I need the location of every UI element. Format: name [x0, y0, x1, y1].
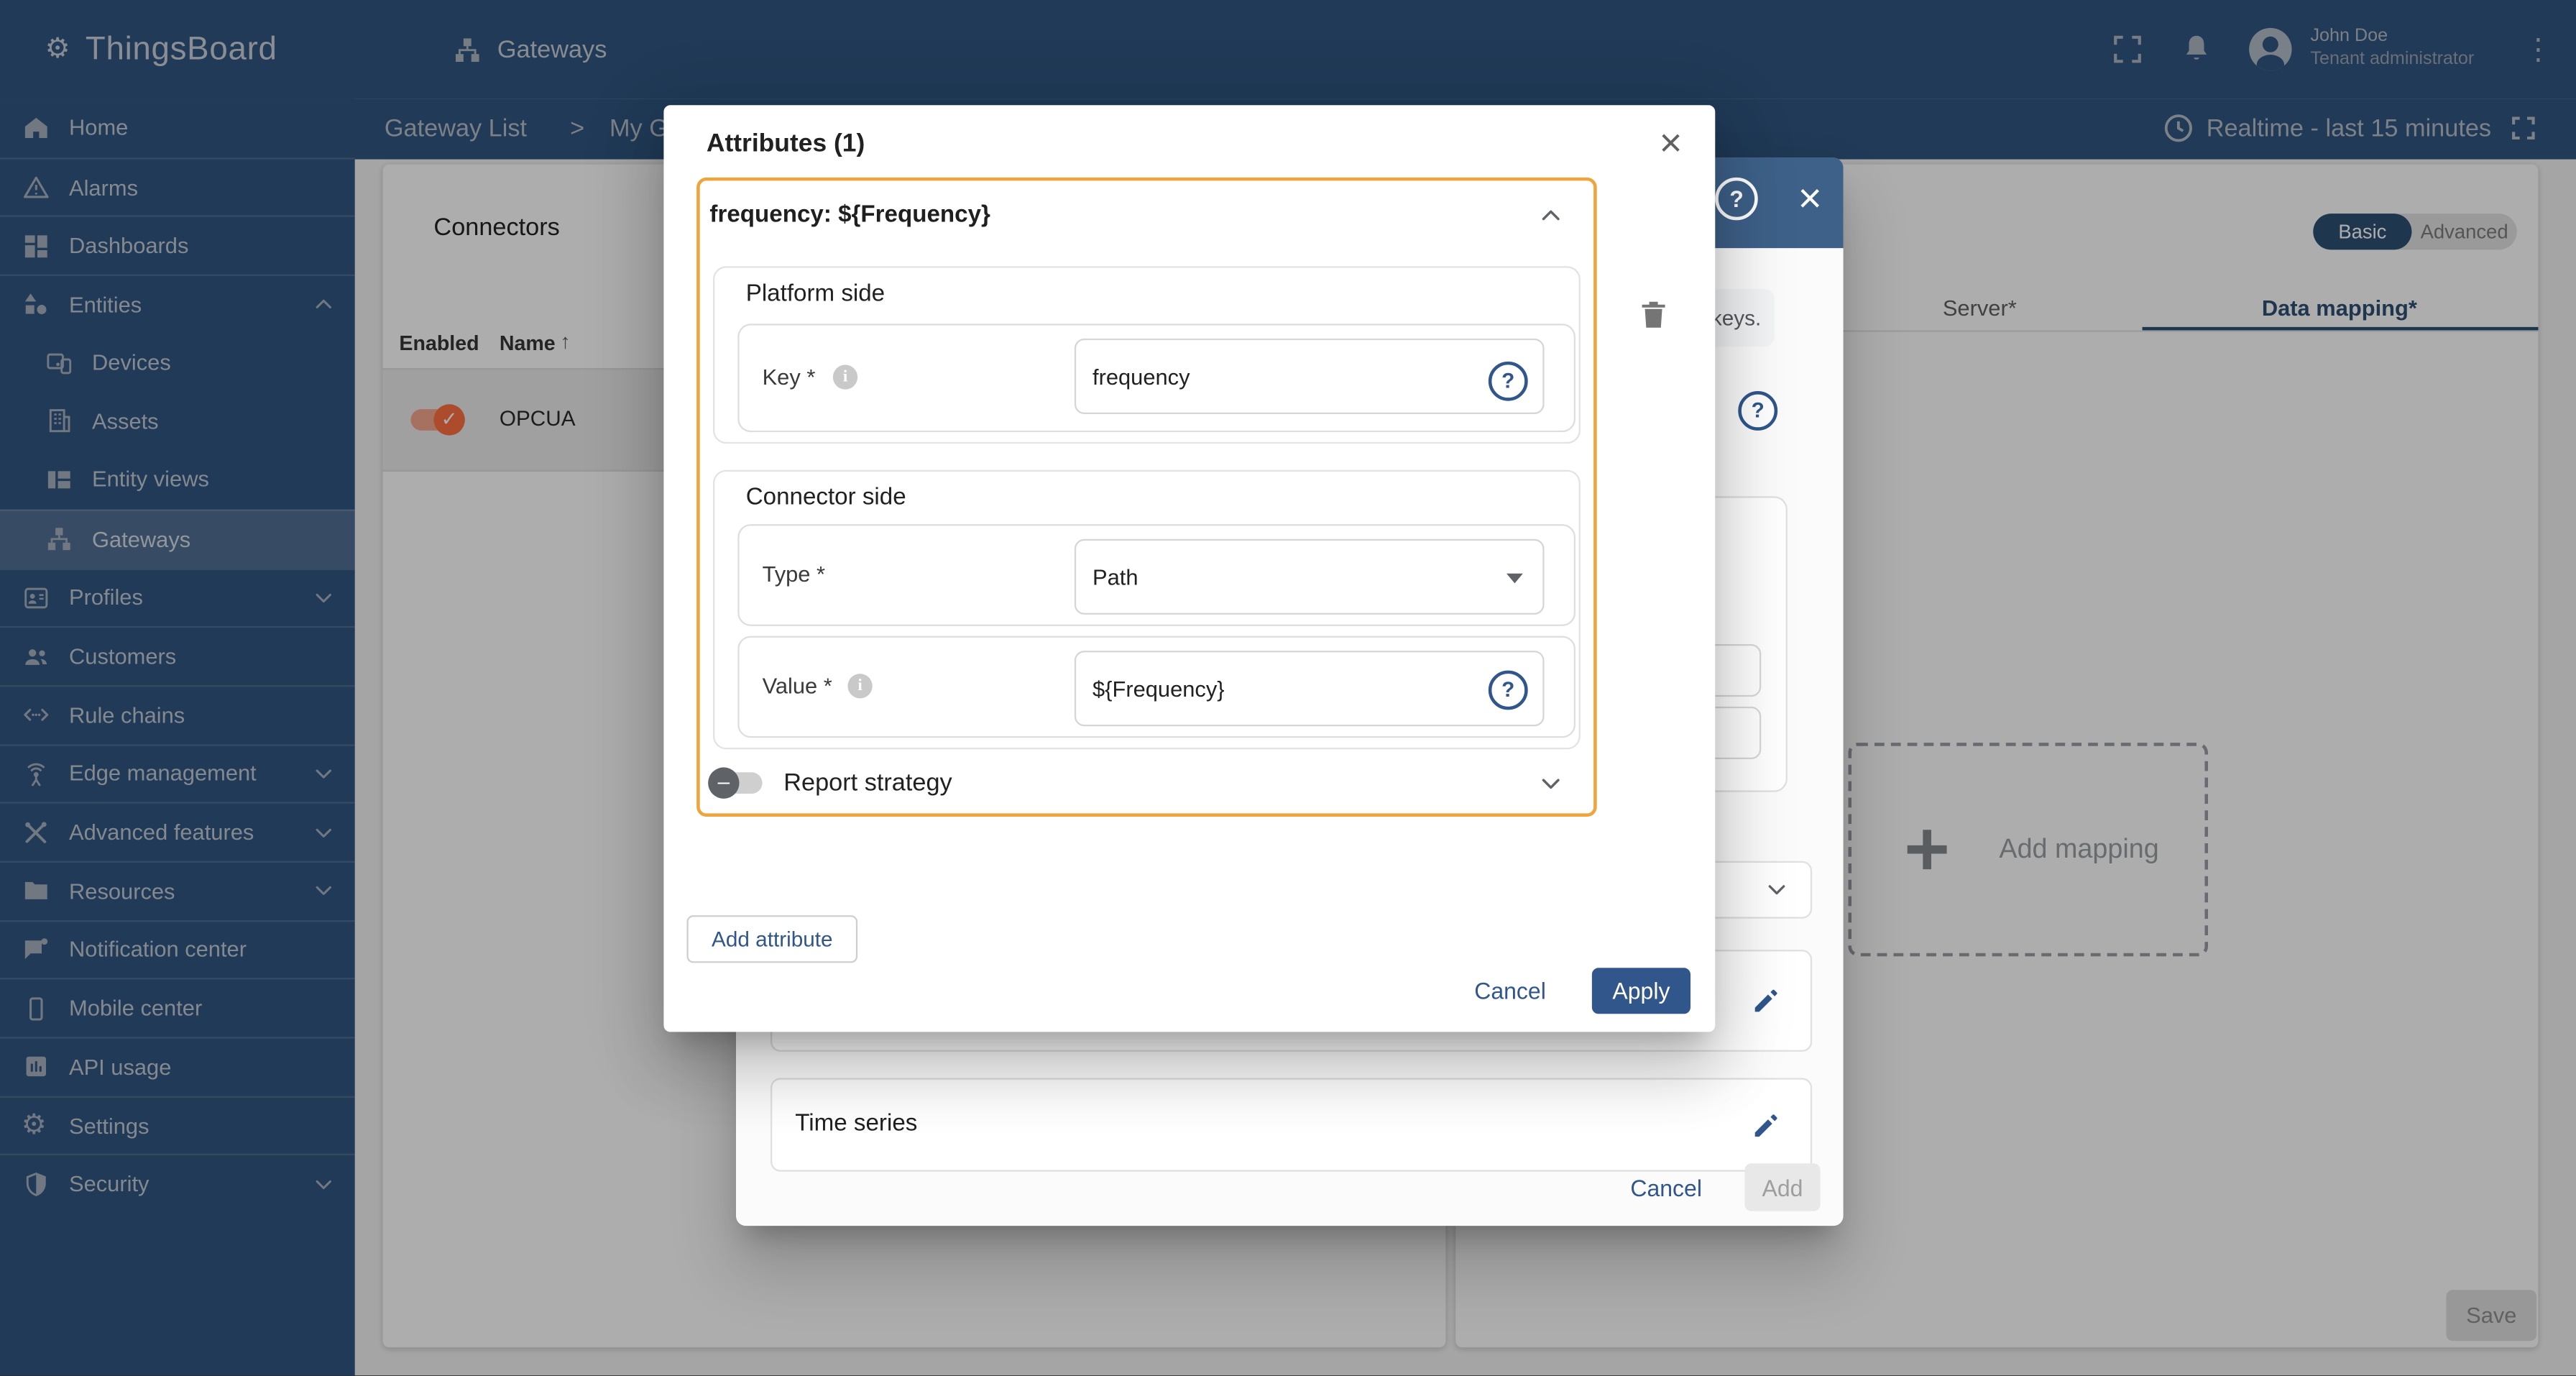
field-help-icon[interactable]: ? — [1488, 670, 1528, 710]
help-circle-icon[interactable]: ? — [1738, 391, 1778, 431]
dialog-cancel-button[interactable]: Cancel — [1621, 1173, 1712, 1202]
dialog-add-button-disabled[interactable]: Add — [1744, 1163, 1821, 1211]
value-field-row: Value * i ? — [737, 636, 1576, 738]
type-field-row: Type * Path — [737, 524, 1576, 626]
screen: ⚙ ThingsBoard Gateways John Doe Tenant a… — [0, 0, 2576, 1376]
key-label: Key * — [762, 364, 816, 390]
attributes-modal: Attributes (1) × frequency: ${Frequency}… — [663, 105, 1716, 1032]
time-series-label: Time series — [795, 1111, 918, 1137]
type-label: Type * — [762, 561, 826, 587]
select-caret-icon — [1506, 573, 1523, 584]
close-icon[interactable]: × — [1798, 174, 1821, 224]
help-icon[interactable]: ? — [1715, 177, 1758, 221]
type-select[interactable]: Path — [1074, 538, 1545, 615]
attribute-panel-header[interactable]: frequency: ${Frequency} — [700, 180, 1593, 249]
chevron-up-icon[interactable] — [1536, 201, 1565, 230]
info-icon[interactable]: i — [847, 674, 873, 699]
report-strategy-row: – Report strategy — [708, 749, 1565, 817]
key-field-row: Key * i ? — [737, 324, 1576, 433]
value-input[interactable] — [1074, 651, 1545, 727]
platform-side-section: Platform side Key * i ? — [713, 266, 1581, 444]
modal-apply-button[interactable]: Apply — [1591, 968, 1690, 1014]
delete-attribute-trash-icon[interactable] — [1637, 298, 1671, 332]
modal-title: Attributes (1) — [706, 129, 865, 158]
attribute-panel: frequency: ${Frequency} Platform side Ke… — [696, 177, 1597, 817]
add-attribute-button[interactable]: Add attribute — [686, 915, 858, 963]
modal-cancel-button[interactable]: Cancel — [1465, 976, 1556, 1006]
modal-close-icon[interactable]: × — [1650, 119, 1692, 171]
chevron-down-icon — [1763, 876, 1791, 904]
info-icon[interactable]: i — [832, 364, 858, 390]
connector-side-title: Connector side — [745, 485, 906, 511]
attribute-summary: frequency: ${Frequency} — [709, 202, 990, 229]
field-help-icon[interactable]: ? — [1488, 361, 1528, 401]
value-label: Value * — [762, 674, 832, 699]
edit-pencil-icon[interactable] — [1752, 1111, 1781, 1140]
edit-pencil-icon[interactable] — [1752, 986, 1781, 1015]
connector-side-section: Connector side Type * Path Value * i ? — [713, 469, 1581, 750]
key-input[interactable] — [1074, 338, 1545, 414]
toggle-minus-icon: – — [708, 767, 740, 799]
type-select-value: Path — [1092, 564, 1138, 590]
chevron-down-icon[interactable] — [1536, 769, 1565, 798]
time-series-card: Time series — [770, 1078, 1813, 1172]
report-strategy-label: Report strategy — [783, 769, 952, 797]
report-strategy-toggle[interactable]: – — [708, 767, 763, 799]
platform-side-title: Platform side — [745, 280, 886, 308]
